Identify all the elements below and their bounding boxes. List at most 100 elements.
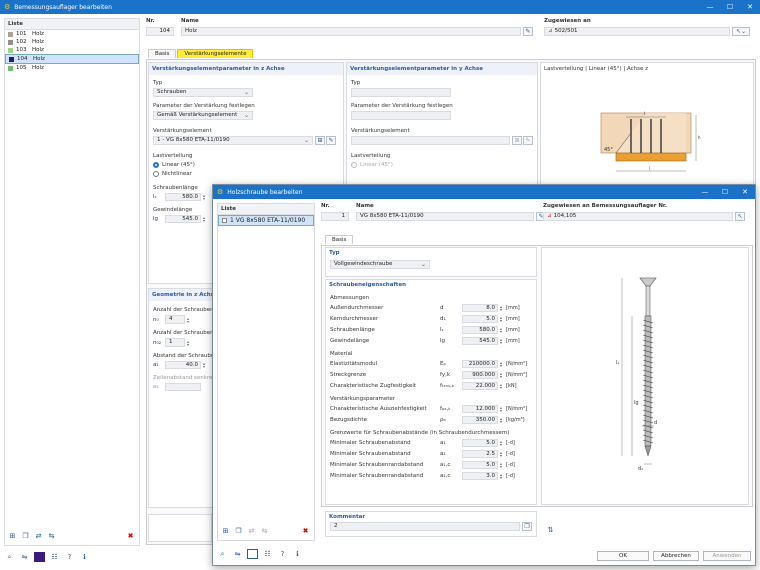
property-value-field[interactable]: 5.0 bbox=[462, 315, 498, 323]
z-param-select[interactable]: Gemäß Verstärkungselement bbox=[153, 111, 253, 120]
property-spinner[interactable]: ▴ ▾ bbox=[498, 360, 504, 368]
list-item[interactable]: 102 Holz bbox=[5, 38, 139, 46]
dialog-extra-icon[interactable]: ℹ bbox=[292, 549, 303, 559]
dialog-tab-basis[interactable]: Basis bbox=[325, 235, 354, 244]
property-spinner[interactable]: ▴ ▾ bbox=[498, 337, 504, 345]
property-value-field[interactable]: 5.0 bbox=[462, 461, 498, 469]
property-value-field[interactable]: 3.0 bbox=[462, 472, 498, 480]
property-symbol: ρₐ bbox=[440, 417, 446, 423]
list-item[interactable]: 101 Holz bbox=[5, 30, 139, 38]
dialog-delete-icon[interactable]: ✖ bbox=[300, 526, 311, 536]
edit-name-icon[interactable]: ✎ bbox=[523, 27, 533, 36]
property-spinner[interactable]: ▴ ▾ bbox=[498, 304, 504, 312]
property-spinner[interactable]: ▴ ▾ bbox=[498, 382, 504, 390]
property-value-field[interactable]: 12.000 bbox=[462, 405, 498, 413]
property-value-field[interactable]: 545.0 bbox=[462, 337, 498, 345]
property-spinner[interactable]: ▴ ▾ bbox=[498, 416, 504, 424]
z-elem-select[interactable]: 1 - VG 8x580 ETA-11/0190 bbox=[153, 136, 313, 145]
z-len-field[interactable]: 580.0 bbox=[165, 193, 201, 201]
dialog-close-button[interactable]: ✕ bbox=[735, 188, 755, 196]
z-len-spinner[interactable]: ▴ ▾ bbox=[201, 193, 207, 201]
property-row: Charakteristische Zugfestigkeit fₜₑₙₛ,ₖ 22… bbox=[330, 382, 532, 390]
list-item-no: 104 bbox=[17, 56, 28, 62]
dialog-new-icon[interactable]: ⊞ bbox=[220, 526, 231, 536]
ok-button[interactable]: OK bbox=[597, 551, 649, 561]
help-icon[interactable]: ? bbox=[64, 552, 75, 562]
nr-field[interactable]: 104 bbox=[146, 27, 174, 36]
property-value-field[interactable]: 22.000 bbox=[462, 382, 498, 390]
color-icon[interactable] bbox=[34, 552, 45, 562]
geom-n2-spinner[interactable]: ▴ ▾ bbox=[185, 339, 191, 347]
renumber-icon[interactable]: ⇆ bbox=[46, 531, 57, 541]
cancel-button[interactable]: Abbrechen bbox=[653, 551, 699, 561]
dialog-copy-icon[interactable]: ❐ bbox=[233, 526, 244, 536]
property-spinner[interactable]: ▴ ▾ bbox=[498, 371, 504, 379]
z-radio-linear[interactable]: Linear (45°) bbox=[153, 162, 339, 168]
dialog-color-icon[interactable] bbox=[247, 549, 258, 559]
property-spinner[interactable]: ▴ ▾ bbox=[498, 405, 504, 413]
tab-reinforcement[interactable]: Verstärkungselemente bbox=[177, 49, 254, 58]
dialog-units-icon[interactable]: ⇋ bbox=[232, 549, 243, 559]
z-typ-select[interactable]: Schrauben bbox=[153, 88, 253, 97]
dialog-minimize-button[interactable]: — bbox=[695, 188, 715, 196]
main-titlebar: ⚙ Bemessungsauflager bearbeiten — ☐ ✕ bbox=[0, 0, 760, 14]
info-icon[interactable]: ℹ bbox=[79, 552, 90, 562]
dialog-maximize-button[interactable]: ☐ bbox=[715, 188, 735, 196]
list-item[interactable]: 105 Holz bbox=[5, 64, 139, 72]
geom-n2-field[interactable]: 1 bbox=[165, 338, 185, 347]
dialog-help-icon[interactable]: ? bbox=[277, 549, 288, 559]
dialog-comment-field[interactable]: 2 bbox=[330, 522, 521, 531]
select-assigned-icon[interactable]: ↖⌄ bbox=[732, 27, 750, 36]
copy-item-icon[interactable]: ❐ bbox=[20, 531, 31, 541]
sort-icon[interactable]: ⇄ bbox=[33, 531, 44, 541]
list-item[interactable]: 104 Holz bbox=[5, 54, 139, 64]
property-value-field[interactable]: 5.0 bbox=[462, 439, 498, 447]
property-spinner[interactable]: ▴ ▾ bbox=[498, 326, 504, 334]
dialog-nr-field[interactable]: 1 bbox=[321, 212, 349, 221]
dialog-list-item[interactable]: 1 VG 8x580 ETA-11/0190 bbox=[218, 215, 314, 226]
dialog-comment-icon[interactable]: ❐ bbox=[522, 522, 532, 531]
geom-n1-spinner[interactable]: ▴ ▾ bbox=[185, 316, 191, 324]
z-new-elem-icon[interactable]: ⊞ bbox=[315, 136, 325, 145]
property-spinner[interactable]: ▴ ▾ bbox=[498, 461, 504, 469]
property-spinner[interactable]: ▴ ▾ bbox=[498, 439, 504, 447]
z-thr-spinner[interactable]: ▴ ▾ bbox=[201, 215, 207, 223]
dialog-assigned-field[interactable]: ⊿ 104,105 bbox=[543, 212, 733, 221]
minimize-button[interactable]: — bbox=[700, 3, 720, 11]
property-label: Gewindelänge bbox=[330, 338, 370, 344]
property-value-field[interactable]: 8.0 bbox=[462, 304, 498, 312]
new-item-icon[interactable]: ⊞ bbox=[7, 531, 18, 541]
property-value-field[interactable]: 2.5 bbox=[462, 450, 498, 458]
table-icon[interactable]: ☷ bbox=[49, 552, 60, 562]
property-value-field[interactable]: 900.000 bbox=[462, 371, 498, 379]
property-value-field[interactable]: 210000.0 bbox=[462, 360, 498, 368]
geom-dist-field[interactable]: 40.0 bbox=[165, 361, 201, 369]
units-icon[interactable]: ⇋ bbox=[19, 552, 30, 562]
z-radio-nonlinear[interactable]: Nichtlinear bbox=[153, 171, 339, 177]
geom-dist-spinner[interactable]: ▴ ▾ bbox=[201, 361, 207, 369]
list-item[interactable]: 103 Holz bbox=[5, 46, 139, 54]
assigned-field[interactable]: ⊿ 502/501 bbox=[544, 27, 730, 36]
dialog-search-icon[interactable]: ⌕ bbox=[217, 549, 228, 559]
name-field[interactable]: Holz bbox=[181, 27, 521, 36]
search-icon[interactable]: ⌕ bbox=[4, 552, 15, 562]
property-value-field[interactable]: 350.00 bbox=[462, 416, 498, 424]
delete-icon[interactable]: ✖ bbox=[125, 531, 136, 541]
maximize-button[interactable]: ☐ bbox=[720, 3, 740, 11]
dialog-name-field[interactable]: VG 8x580 ETA-11/0190 bbox=[356, 212, 534, 221]
property-value-field[interactable]: 580.0 bbox=[462, 326, 498, 334]
dialog-select-assigned-icon[interactable]: ↖ bbox=[735, 212, 745, 221]
dialog-info-icon[interactable]: ⇅ bbox=[545, 525, 556, 535]
geom-n1-field[interactable]: 4 bbox=[165, 315, 185, 324]
property-spinner[interactable]: ▴ ▾ bbox=[498, 315, 504, 323]
property-spinner[interactable]: ▴ ▾ bbox=[498, 472, 504, 480]
property-spinner[interactable]: ▴ ▾ bbox=[498, 450, 504, 458]
z-edit-elem-icon[interactable]: ✎ bbox=[326, 136, 336, 145]
tab-basis[interactable]: Basis bbox=[148, 49, 177, 58]
close-button[interactable]: ✕ bbox=[740, 3, 760, 11]
dialog-table-icon[interactable]: ☷ bbox=[262, 549, 273, 559]
dialog-typ-select[interactable]: Vollgewindeschraube bbox=[330, 260, 430, 269]
property-row: Streckgrenze fy,k 900.000 ▴ ▾ [N/mm²] bbox=[330, 371, 532, 379]
list-item-name: Holz bbox=[33, 56, 45, 62]
z-thr-field[interactable]: 545.0 bbox=[165, 215, 201, 223]
